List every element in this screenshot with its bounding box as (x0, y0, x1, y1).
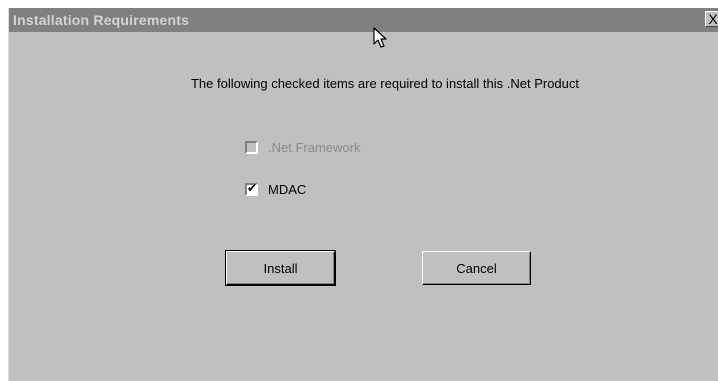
net-framework-label: .Net Framework (268, 139, 361, 155)
window-title: Installation Requirements (13, 12, 190, 28)
cancel-button[interactable]: Cancel (422, 251, 531, 285)
installation-requirements-dialog: Installation Requirements X The followin… (8, 8, 718, 381)
checkmark-icon: ✔ (247, 180, 258, 195)
net-framework-checkbox (245, 140, 258, 154)
mdac-label: MDAC (268, 181, 307, 197)
install-button[interactable]: Install (225, 250, 336, 286)
requirement-mdac[interactable]: ✔ MDAC (245, 181, 306, 197)
mouse-pointer-icon (373, 27, 387, 48)
close-button[interactable]: X (705, 11, 718, 27)
title-bar[interactable]: Installation Requirements X (9, 8, 718, 32)
requirements-message: The following checked items are required… (190, 76, 580, 91)
close-icon: X (708, 11, 718, 27)
mdac-checkbox[interactable]: ✔ (245, 180, 258, 196)
requirement-net-framework: .Net Framework (245, 139, 360, 155)
